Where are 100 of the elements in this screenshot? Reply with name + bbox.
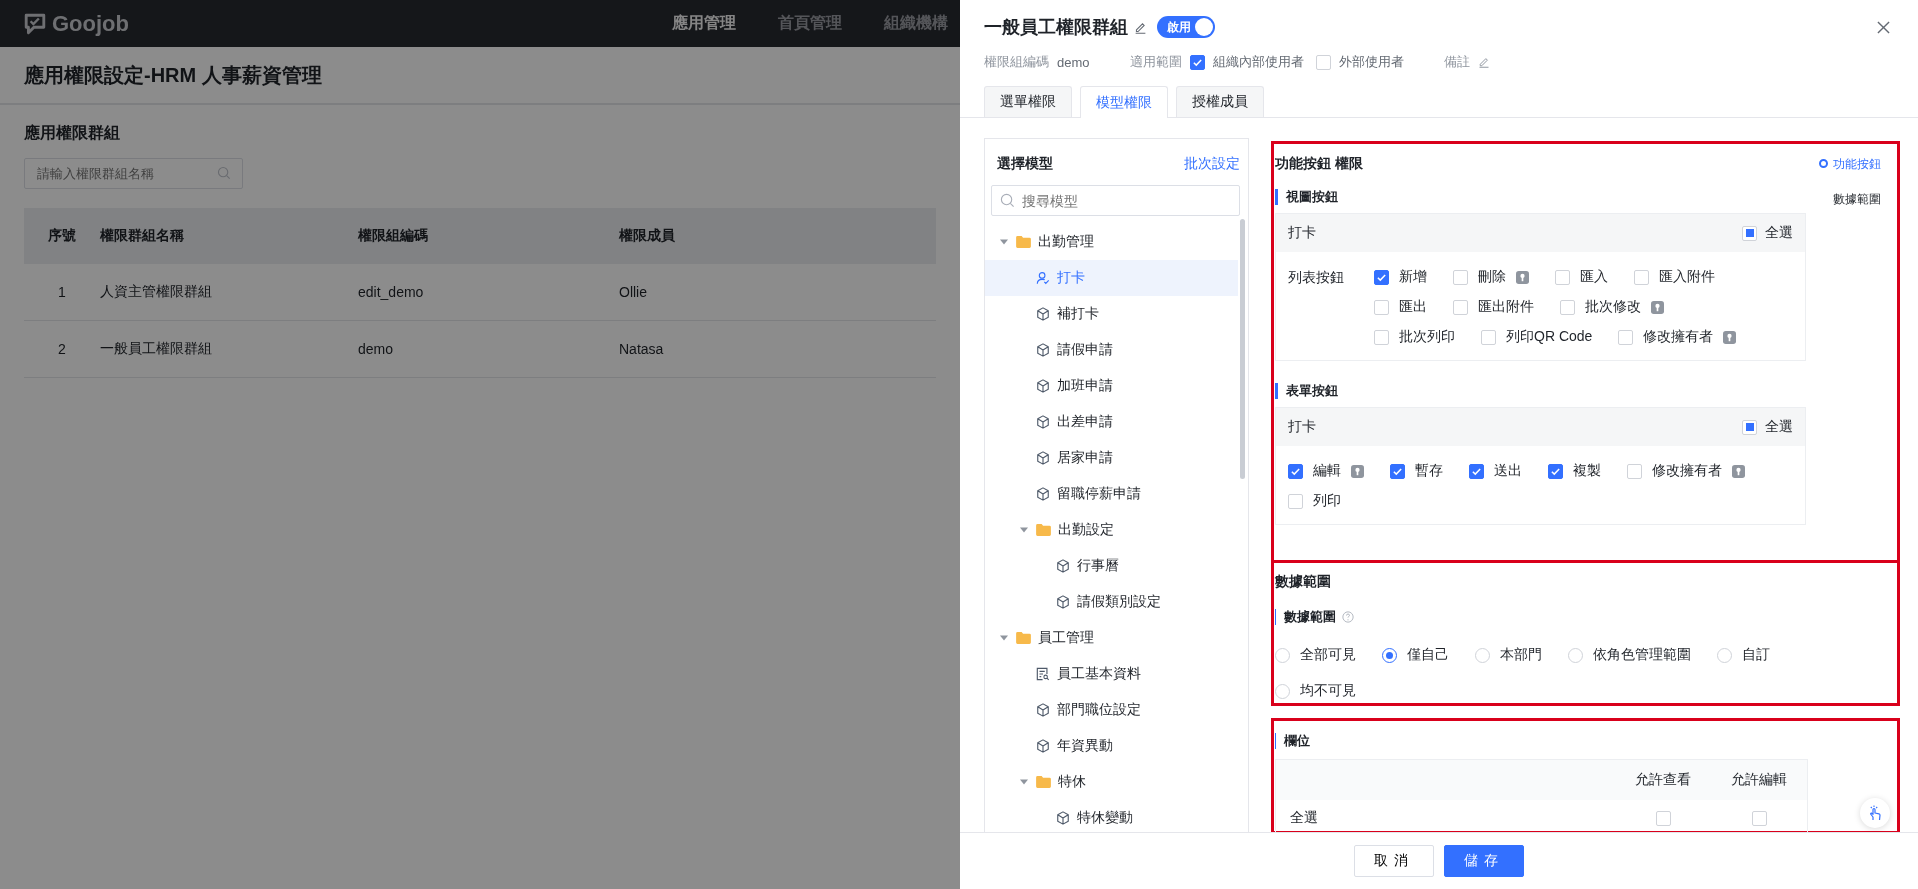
cube-icon: [1036, 343, 1050, 357]
checkbox-label: 全選: [1765, 224, 1793, 242]
column-header: 序號: [47, 227, 77, 245]
page-title: 應用權限設定-HRM 人事薪資管理: [0, 47, 960, 105]
tab[interactable]: 模型權限: [1080, 86, 1168, 118]
form-icon: [1036, 667, 1050, 681]
tree-item[interactable]: 出勤設定: [985, 512, 1238, 548]
help-floating-button[interactable]: [1860, 798, 1890, 828]
checkbox-label: 列印: [1313, 492, 1341, 510]
anchor-link[interactable]: 數據範圍: [1833, 191, 1897, 208]
caret-icon[interactable]: [999, 633, 1009, 643]
close-icon[interactable]: [1877, 20, 1890, 34]
checkbox-label: 外部使用者: [1338, 53, 1404, 71]
checkbox-label: 組織內部使用者: [1212, 53, 1304, 71]
section-title: 功能按鈕 權限: [1275, 154, 1364, 173]
cube-icon: [1036, 415, 1050, 429]
radio-label: 僅自己: [1407, 646, 1449, 664]
table-cell-text: demo: [358, 341, 395, 357]
checkbox-label: 批次列印: [1399, 328, 1455, 346]
tree-item[interactable]: 特休: [985, 764, 1238, 800]
help-icon[interactable]: [1342, 611, 1354, 623]
checkbox-label: 暫存: [1415, 462, 1443, 480]
checkbox-label: 匯入附件: [1659, 268, 1715, 286]
radio-label: 均不可見: [1300, 682, 1356, 700]
save-button[interactable]: 儲存: [1444, 845, 1524, 877]
cube-icon: [1056, 811, 1070, 825]
folder-icon: [1016, 632, 1031, 644]
tree-item[interactable]: 留職停薪申請: [985, 476, 1238, 512]
nav-link[interactable]: 應用管理: [672, 13, 736, 34]
table-cell-text: edit_demo: [358, 284, 425, 300]
checkbox-label: 複製: [1573, 462, 1601, 480]
status-toggle[interactable]: 啟用: [1157, 16, 1215, 38]
tab[interactable]: 授權成員: [1176, 86, 1264, 117]
subsection-heading: 數據範圍: [1284, 609, 1336, 625]
folder-icon: [1036, 524, 1051, 536]
tree-item[interactable]: 行事曆: [985, 548, 1238, 584]
table-cell-text: 1: [57, 284, 67, 300]
checkbox-label: 匯入: [1580, 268, 1608, 286]
tree-item[interactable]: 出差申請: [985, 404, 1238, 440]
batch-settings-link[interactable]: 批次設定: [1184, 155, 1240, 175]
checkbox-label: 修改擁有者: [1643, 328, 1714, 346]
cancel-button[interactable]: 取消: [1354, 845, 1434, 877]
pencil-icon[interactable]: [1134, 20, 1147, 34]
checkbox[interactable]: [1374, 269, 1389, 285]
tree-item[interactable]: 員工基本資料: [985, 656, 1238, 692]
column-header: 權限群組名稱: [100, 227, 185, 245]
radio-label: 自訂: [1742, 646, 1770, 664]
radio-label: 依角色管理範圍: [1593, 646, 1691, 664]
tap-hand-icon: [1867, 805, 1883, 821]
checkbox[interactable]: [1390, 463, 1405, 479]
checkbox[interactable]: [1548, 463, 1563, 479]
note-label: 備註: [1443, 53, 1470, 71]
code-value: demo: [1057, 54, 1090, 70]
pencil-icon[interactable]: [1477, 56, 1490, 68]
checkbox[interactable]: [1288, 463, 1303, 479]
cube-icon: [1056, 595, 1070, 609]
scrollbar[interactable]: [1240, 219, 1245, 479]
column-header: 權限成員: [619, 227, 675, 245]
column-header: 允許查看: [1634, 771, 1692, 789]
cube-icon: [1036, 739, 1050, 753]
folder-icon: [1016, 236, 1031, 248]
checkbox[interactable]: [1189, 54, 1205, 70]
scope-label: 適用範圍: [1129, 53, 1182, 71]
caret-icon[interactable]: [1019, 777, 1029, 787]
search-field[interactable]: 請輸入權限群組名稱: [24, 158, 243, 189]
card-title: 打卡: [1288, 418, 1316, 436]
tab[interactable]: 選單權限: [984, 86, 1072, 117]
anchor-link[interactable]: 功能按鈕: [1833, 156, 1897, 173]
table-cell: Ollie: [619, 284, 647, 300]
caret-icon[interactable]: [1019, 525, 1029, 535]
card-title: 打卡: [1288, 224, 1316, 242]
tree-item[interactable]: 打卡: [985, 260, 1238, 296]
checkbox-label: 匯出附件: [1478, 298, 1534, 316]
anchor-indicator: [1819, 159, 1828, 168]
table-cell-text: 人資主管權限群組: [100, 283, 213, 301]
section-title: 數據範圍: [1275, 572, 1332, 591]
search-field[interactable]: 搜尋模型: [991, 185, 1240, 216]
cube-icon: [1036, 307, 1050, 321]
cube-icon: [1036, 379, 1050, 393]
tree-item[interactable]: 特休變動: [985, 800, 1238, 832]
panel-title: 選擇模型: [997, 155, 1053, 173]
code-label: 權限組編碼: [984, 53, 1049, 71]
tree-item[interactable]: 補打卡: [985, 296, 1238, 332]
caret-icon[interactable]: [999, 237, 1009, 247]
tree-item[interactable]: 請假類別設定: [985, 584, 1238, 620]
checkbox-label: 送出: [1494, 462, 1522, 480]
tree-item[interactable]: 員工管理: [985, 620, 1238, 656]
checkbox-label: 新增: [1399, 268, 1427, 286]
checkbox[interactable]: [1469, 463, 1484, 479]
logo-icon: [24, 12, 46, 35]
tree-item[interactable]: 部門職位設定: [985, 692, 1238, 728]
tree-item[interactable]: 加班申請: [985, 368, 1238, 404]
subsection-heading: 欄位: [1275, 733, 1897, 749]
table-cell-text: 全選: [1289, 809, 1319, 827]
subsection-heading: 視圖按鈕: [1275, 189, 1806, 205]
tree-item[interactable]: 請假申請: [985, 332, 1238, 368]
tree-item[interactable]: 年資異動: [985, 728, 1238, 764]
tree-item[interactable]: 居家申請: [985, 440, 1238, 476]
tree-item[interactable]: 出勤管理: [985, 224, 1238, 260]
checkbox-label: 列印QR Code: [1506, 328, 1593, 346]
